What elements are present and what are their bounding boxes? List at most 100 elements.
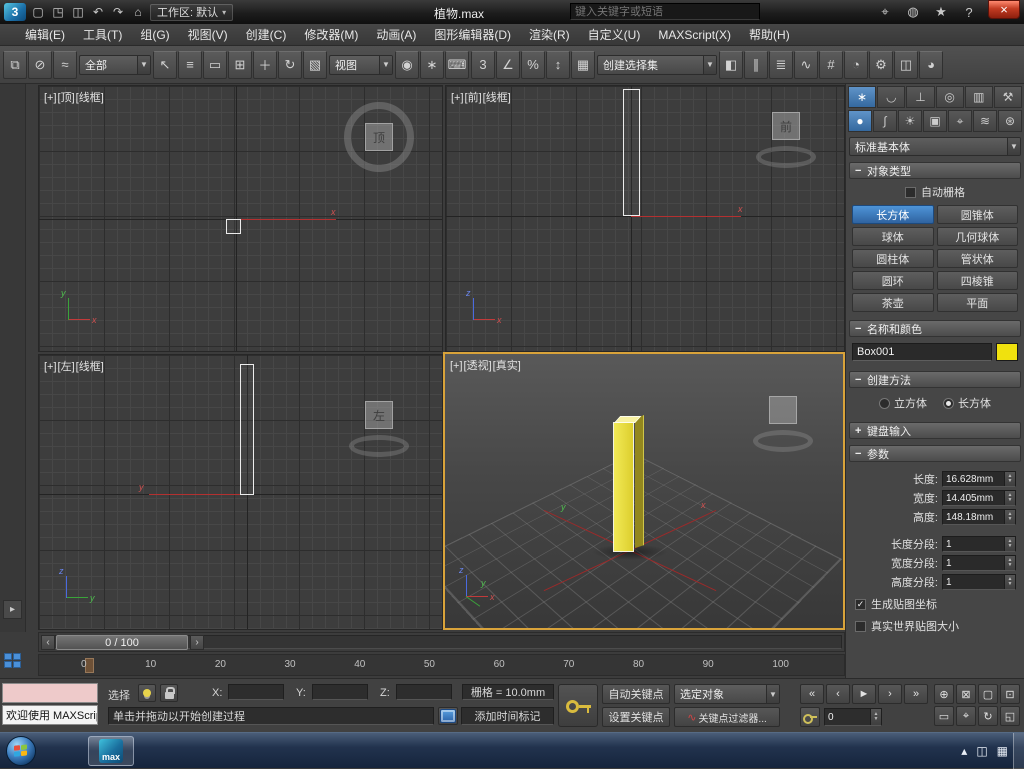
prompt-panel-icon[interactable] (438, 707, 458, 725)
param-spinner-field[interactable]: 1 (942, 555, 1016, 571)
select-object-icon[interactable]: ↖ (153, 50, 177, 79)
select-and-move-icon[interactable]: ＋ (253, 50, 277, 79)
menu-edit[interactable]: 编辑(E) (16, 24, 74, 46)
y-coord-field[interactable] (312, 684, 368, 700)
box-wireframe-left[interactable] (240, 364, 254, 495)
set-key-mode-button[interactable]: 设置关键点 (602, 707, 670, 727)
reference-coordinate-dropdown[interactable]: 视图 ▼ (329, 54, 393, 75)
primitive-button[interactable]: 茶壶 (852, 293, 934, 312)
rollout-keyboard-entry-header[interactable]: + 键盘输入 (849, 422, 1021, 439)
rendered-frame-icon[interactable]: ◫ (894, 50, 918, 79)
primitive-button[interactable]: 圆柱体 (852, 249, 934, 268)
taskbar-3dsmax-button[interactable]: max (88, 736, 134, 766)
start-button[interactable] (6, 736, 36, 766)
viewport-shading-menu[interactable]: [线框] (483, 92, 511, 104)
unlink-selection-icon[interactable]: ⊘ (28, 50, 52, 79)
viewcube[interactable] (751, 394, 815, 452)
primitive-button[interactable]: 管状体 (936, 249, 1018, 268)
subtab-helpers[interactable]: ⌖ (948, 110, 972, 132)
tab-display[interactable]: ▥ (964, 86, 993, 108)
primitive-button[interactable]: 平面 (936, 293, 1018, 312)
layer-manager-icon[interactable]: ≣ (769, 50, 793, 79)
viewcube[interactable]: 前 (754, 110, 818, 168)
expand-panel-arrow-icon[interactable]: ▸ (3, 600, 22, 619)
param-spinner-field[interactable]: 16.628mm (942, 471, 1016, 487)
workspace-dropdown[interactable]: 工作区: 默认 ▾ (150, 3, 234, 21)
viewport-pov-menu[interactable]: [左] (58, 361, 75, 373)
maxscript-listener-output[interactable]: 欢迎使用 MAXScript (2, 705, 98, 725)
viewport-shading-menu[interactable]: [线框] (76, 92, 104, 104)
key-mode-toggle-icon[interactable] (800, 707, 820, 727)
bind-to-space-warp-icon[interactable]: ≈ (53, 50, 77, 79)
new-scene-icon[interactable]: ▢ (29, 3, 47, 21)
primitive-category-dropdown[interactable]: 标准基本体 ▼ (849, 137, 1021, 156)
select-and-manipulate-icon[interactable]: ∗ (420, 50, 444, 79)
snap-toggle-3-icon[interactable]: 3 (471, 50, 495, 79)
x-coord-field[interactable] (228, 684, 284, 700)
viewport-shading-menu[interactable]: [线框] (76, 361, 104, 373)
viewcube-face[interactable]: 顶 (365, 123, 393, 151)
named-selection-set-dropdown[interactable]: 创建选择集 ▼ (597, 54, 717, 75)
spinner-arrows-icon[interactable] (1004, 510, 1015, 524)
align-icon[interactable]: ∥ (744, 50, 768, 79)
app-logo-icon[interactable]: 3 (4, 3, 26, 21)
primitive-button[interactable]: 四棱锥 (936, 271, 1018, 290)
viewport-general-menu[interactable]: [+] (44, 92, 57, 104)
viewcube-ring[interactable] (756, 146, 816, 168)
isolate-selection-icon[interactable] (138, 684, 156, 702)
tray-show-hidden-icon[interactable]: ▴ (961, 744, 967, 758)
previous-frame-button[interactable]: ‹ (826, 684, 850, 704)
selection-filter-dropdown[interactable]: 全部 ▼ (79, 54, 151, 75)
param-spinner-field[interactable]: 14.405mm (942, 490, 1016, 506)
param-checkbox[interactable]: 真实世界贴图大小 (855, 618, 1015, 634)
tab-modify[interactable]: ◡ (877, 86, 906, 108)
zoom-region-icon[interactable]: ▭ (934, 706, 954, 726)
spinner-arrows-icon[interactable] (1004, 556, 1015, 570)
go-to-end-button[interactable]: » (904, 684, 928, 704)
render-setup-icon[interactable]: ⚙ (869, 50, 893, 79)
track-bar[interactable]: 0 10 20 30 40 50 60 70 80 90 100 (38, 654, 845, 676)
object-color-swatch[interactable] (996, 343, 1018, 361)
auto-key-button[interactable]: 自动关键点 (602, 684, 670, 704)
param-spinner-field[interactable]: 1 (942, 536, 1016, 552)
maximize-viewport-icon[interactable]: ◱ (1000, 706, 1020, 726)
menu-help[interactable]: 帮助(H) (740, 24, 799, 46)
communication-center-icon[interactable]: ◍ (904, 3, 922, 21)
tray-app-icon[interactable]: ◫ (976, 744, 987, 758)
project-folder-icon[interactable]: ⌂ (129, 3, 147, 21)
orbit-icon[interactable]: ↻ (978, 706, 998, 726)
primitive-button[interactable]: 圆锥体 (936, 205, 1018, 224)
menu-graph-editors[interactable]: 图形编辑器(D) (425, 24, 520, 46)
next-frame-arrow[interactable]: › (190, 635, 204, 650)
menu-tools[interactable]: 工具(T) (74, 24, 131, 46)
box-wireframe-top[interactable] (226, 219, 241, 234)
menu-maxscript[interactable]: MAXScript(X) (649, 24, 740, 46)
viewport-general-menu[interactable]: [+] (44, 361, 57, 373)
previous-frame-arrow[interactable]: ‹ (41, 635, 55, 650)
viewport-general-menu[interactable]: [+] (451, 92, 464, 104)
search-input[interactable] (570, 3, 760, 20)
time-slider[interactable]: ‹ 0 / 100 › (38, 632, 845, 652)
material-editor-icon[interactable]: ◔ (844, 50, 868, 79)
viewport-perspective[interactable]: [+][透视][真实] x y z x y (443, 352, 845, 630)
favorites-icon[interactable]: ★ (932, 3, 950, 21)
tab-create[interactable]: ∗ (848, 86, 877, 108)
rollout-creation-method-header[interactable]: − 创建方法 (849, 371, 1021, 388)
selection-set-scope-dropdown[interactable]: 选定对象 ▼ (674, 684, 780, 704)
viewport-top[interactable]: [+][顶][线框] x x y 顶 (38, 85, 443, 352)
box-wireframe-front[interactable] (623, 89, 640, 216)
rollout-name-color-header[interactable]: − 名称和颜色 (849, 320, 1021, 337)
maxscript-mini-listener[interactable] (2, 683, 98, 703)
viewcube-face[interactable]: 前 (772, 112, 800, 140)
selection-lock-icon[interactable] (160, 684, 178, 702)
key-filters-button[interactable]: ∿ 关键点过滤器... (674, 707, 780, 727)
box-object[interactable] (613, 415, 647, 556)
mirror-icon[interactable]: ◧ (719, 50, 743, 79)
zoom-all-icon[interactable]: ⊠ (956, 684, 976, 704)
use-pivot-center-icon[interactable]: ◉ (395, 50, 419, 79)
zoom-extents-all-icon[interactable]: ⊡ (1000, 684, 1020, 704)
spinner-arrows-icon[interactable] (1004, 491, 1015, 505)
angle-snap-icon[interactable]: ∠ (496, 50, 520, 79)
spinner-arrows-icon[interactable] (1004, 472, 1015, 486)
undo-icon[interactable]: ↶ (89, 3, 107, 21)
